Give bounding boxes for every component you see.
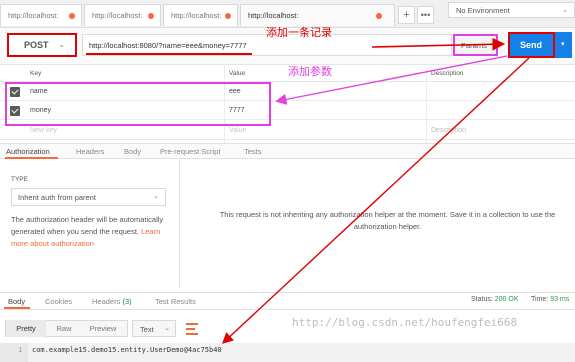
method-label: POST — [24, 40, 49, 50]
wrap-line — [186, 328, 195, 330]
plus-icon: + — [403, 9, 410, 21]
params-button[interactable]: Params — [453, 34, 498, 56]
tab-cookies[interactable]: Cookies — [45, 297, 72, 306]
chevron-down-icon: ▾ — [561, 41, 565, 48]
preview-button[interactable]: Preview — [82, 320, 124, 337]
auth-message: This request is not inheriting any autho… — [219, 210, 556, 231]
request-tab[interactable]: http://localhost: — [84, 4, 161, 26]
response-text: com.example15.demo15.entity.UserDemo@4ac… — [32, 346, 222, 354]
column-key: Key — [30, 70, 42, 77]
response-type-value: Text — [140, 325, 154, 334]
tab-headers[interactable]: Headers — [76, 147, 104, 156]
active-tab-indicator — [5, 157, 58, 159]
tab-label: http://localhost: — [8, 11, 59, 20]
unsaved-dot-icon — [376, 13, 382, 19]
auth-type-select[interactable]: Inherit auth from parent ⌄ — [11, 188, 166, 206]
watermark: http://blog.csdn.net/houfengfei668 — [292, 316, 518, 329]
time-readout: Time: 93 ms — [531, 296, 569, 303]
request-tab-active[interactable]: http://localhost: — [240, 4, 395, 26]
column-divider — [426, 64, 427, 144]
annotation-add-params: 添加参数 — [288, 66, 332, 78]
annotation-box — [5, 82, 271, 126]
tab-label: http://localhost: — [171, 11, 222, 20]
time-label: Time: — [531, 296, 549, 303]
tab-label: http://localhost: — [92, 11, 143, 20]
environment-select[interactable]: No Environment ⌄ — [448, 2, 575, 18]
new-description-input[interactable]: Description — [431, 127, 466, 134]
status-label: Status: — [471, 296, 493, 303]
unsaved-dot-icon — [225, 13, 231, 19]
send-dropdown-button[interactable]: ▾ — [555, 32, 572, 58]
wrap-line — [186, 333, 198, 335]
tab-pre-request-script[interactable]: Pre-request Script — [160, 147, 220, 156]
chevron-down-icon: ⌄ — [58, 40, 65, 49]
send-label: Send — [520, 40, 543, 50]
tab-body[interactable]: Body — [124, 147, 141, 156]
tab-label: http://localhost: — [248, 11, 299, 20]
request-tab[interactable]: http://localhost: — [0, 4, 82, 26]
request-tab[interactable]: http://localhost: — [163, 4, 238, 26]
annotation-underline — [86, 53, 252, 55]
raw-button[interactable]: Raw — [47, 320, 81, 337]
more-tabs-button[interactable]: ••• — [417, 6, 434, 24]
annotation-add-record: 添加一条记录 — [266, 27, 332, 39]
active-tab-indicator — [4, 307, 30, 309]
new-key-input[interactable]: New key — [30, 127, 57, 134]
tab-tests[interactable]: Tests — [244, 147, 262, 156]
wrap-lines-icon[interactable] — [184, 320, 200, 337]
column-value: Value — [229, 70, 246, 77]
auth-type-label: TYPE — [11, 176, 28, 183]
ellipsis-icon: ••• — [420, 10, 431, 20]
line-number: 1 — [0, 343, 28, 362]
headers-count-badge: (3) — [122, 297, 132, 306]
tab-authorization[interactable]: Authorization — [6, 147, 50, 156]
request-subtabs: Authorization Headers Body Pre-request S… — [0, 143, 575, 159]
chevron-down-icon: ⌄ — [153, 193, 159, 200]
auth-help-text: The authorization header will be automat… — [11, 214, 171, 250]
chevron-down-icon: ⌄ — [164, 325, 170, 332]
pretty-button[interactable]: Pretty — [6, 320, 46, 337]
response-headers-label: Headers — [92, 297, 121, 306]
environment-label: No Environment — [456, 6, 510, 15]
time-value: 93 ms — [550, 296, 570, 303]
response-type-select[interactable]: Text ⌄ — [132, 320, 176, 337]
new-tab-button[interactable]: + — [398, 6, 415, 24]
wrap-line — [186, 323, 198, 325]
params-label: Params — [461, 41, 487, 50]
method-select[interactable]: POST ⌄ — [7, 33, 77, 57]
new-value-input[interactable]: Value — [229, 127, 246, 134]
auth-type-value: Inherit auth from parent — [18, 193, 96, 202]
tab-response-body[interactable]: Body — [8, 297, 25, 306]
status-value: 200 OK — [494, 296, 519, 303]
tab-test-results[interactable]: Test Results — [155, 297, 196, 306]
column-description: Description — [431, 70, 464, 77]
chevron-down-icon: ⌄ — [562, 7, 568, 14]
status-readout: Status: 200 OK — [471, 296, 519, 303]
send-button[interactable]: Send — [508, 32, 555, 58]
tab-response-headers[interactable]: Headers (3) — [92, 297, 132, 306]
unsaved-dot-icon — [69, 13, 75, 19]
unsaved-dot-icon — [148, 13, 154, 19]
url-text: http://localhost:8080/?name=eee&money=77… — [89, 41, 247, 50]
